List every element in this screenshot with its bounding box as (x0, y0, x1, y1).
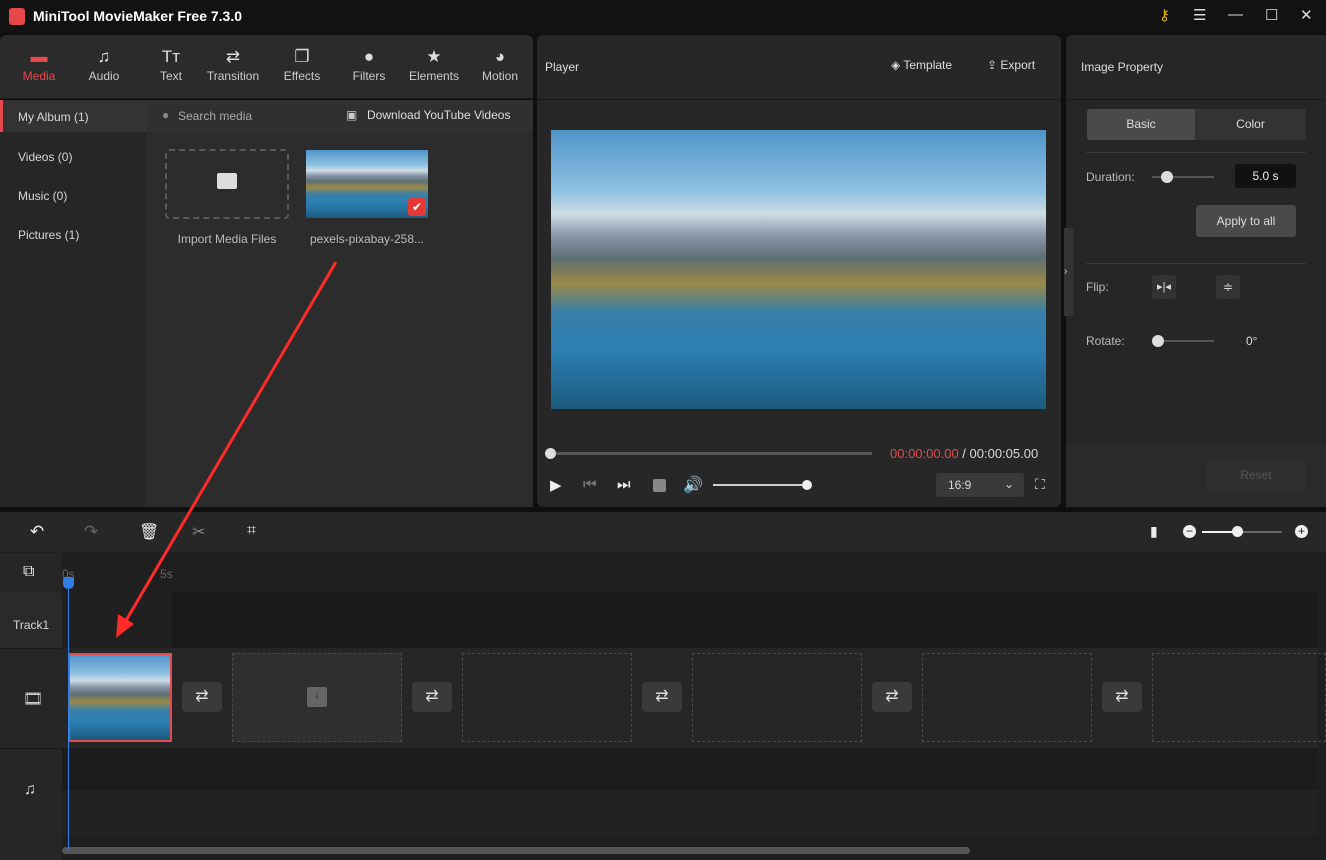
annotation-arrow (116, 261, 338, 638)
arrow-head (116, 614, 134, 638)
arrow-line (122, 261, 338, 625)
